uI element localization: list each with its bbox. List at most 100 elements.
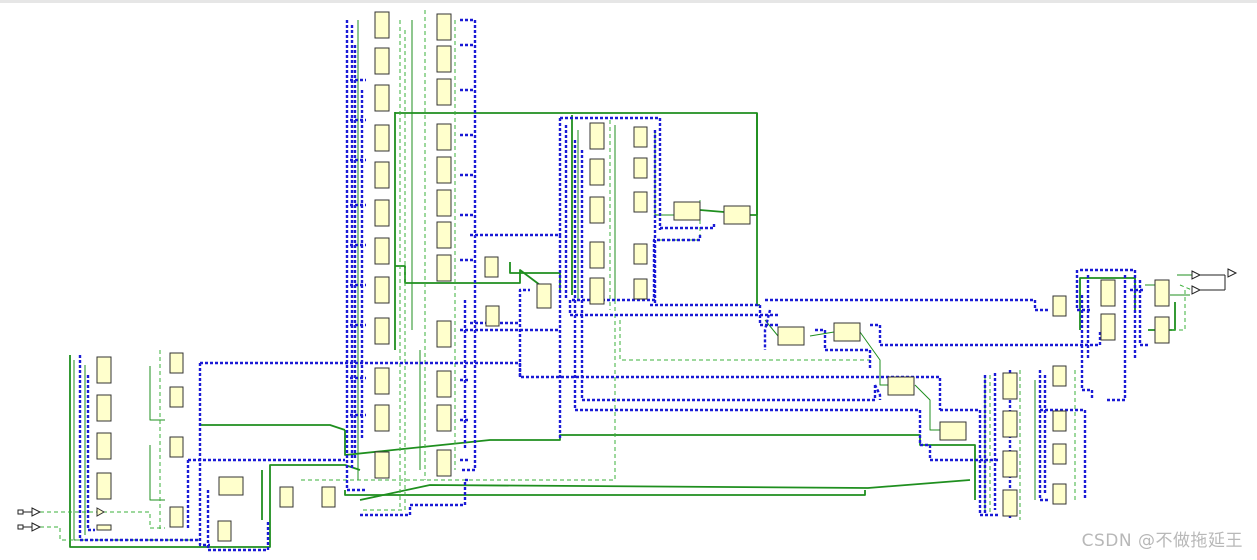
- dashed-wire: [40, 526, 200, 541]
- signal-wire: [149, 366, 165, 421]
- logic-block: [673, 201, 701, 221]
- logic-cell: [321, 486, 336, 508]
- input-buffer: [31, 522, 42, 532]
- signal-wire: [344, 490, 866, 496]
- logic-block: [939, 421, 967, 441]
- signal-wire: [149, 445, 165, 501]
- logic-cell: [436, 78, 452, 106]
- logic-cell: [1100, 313, 1116, 341]
- logic-cell: [1002, 410, 1018, 438]
- logic-cell: [374, 47, 390, 75]
- signal-wire: [359, 479, 971, 501]
- bus-wire: [86, 375, 95, 532]
- output-port: [1227, 268, 1238, 278]
- logic-block: [218, 476, 244, 496]
- logic-cell: [96, 394, 112, 422]
- dashed-signal-wires: [40, 10, 1193, 541]
- logic-cell: [589, 122, 605, 150]
- logic-cell: [374, 161, 390, 189]
- logic-cell: [374, 84, 390, 112]
- logic-cell: [169, 352, 184, 374]
- dashed-wire: [1179, 284, 1193, 291]
- watermark: CSDN @不做拖延王: [1081, 531, 1243, 551]
- logic-cell: [1100, 279, 1116, 307]
- logic-cell: [374, 199, 390, 227]
- logic-cell: [1052, 483, 1067, 505]
- logic-cell: [633, 191, 648, 213]
- schematic-canvas: [17, 10, 1238, 552]
- logic-cell: [484, 256, 499, 278]
- output-buffer: [1191, 270, 1202, 280]
- logic-cell: [374, 11, 390, 39]
- logic-cell: [96, 356, 112, 384]
- signal-wire: [395, 265, 541, 286]
- buffer-cell: [96, 507, 106, 517]
- input-port: [17, 524, 24, 530]
- logic-cell: [436, 189, 452, 217]
- logic-block: [723, 205, 751, 225]
- logic-cell: [633, 278, 648, 300]
- logic-cell: [633, 126, 648, 148]
- logic-cell: [436, 45, 452, 73]
- logic-cell: [633, 157, 648, 179]
- signal-wire: [200, 424, 346, 431]
- logic-cell: [633, 243, 648, 265]
- bus-wire: [870, 323, 1102, 347]
- logic-cell: [374, 451, 390, 479]
- logic-cell: [485, 305, 500, 327]
- logic-cell: [436, 449, 452, 477]
- signal-wire: [809, 331, 835, 337]
- bus-wire: [650, 303, 778, 327]
- logic-cell: [374, 404, 390, 432]
- output-buffer: [1191, 285, 1202, 295]
- logic-block: [777, 326, 805, 346]
- logic-cell: [374, 124, 390, 152]
- logic-cell: [1052, 410, 1067, 432]
- logic-block: [887, 376, 915, 396]
- logic-cell: [589, 241, 605, 269]
- logic-cell: [436, 370, 452, 398]
- logic-cell: [436, 123, 452, 151]
- logic-cell: [217, 520, 232, 542]
- bus-wire: [460, 18, 477, 472]
- bus-wire: [200, 361, 942, 410]
- logic-cell: [279, 486, 294, 508]
- input-port: [17, 509, 24, 515]
- signal-wire: [654, 130, 674, 216]
- signal-wires: [69, 20, 1192, 548]
- logic-cell: [1052, 365, 1067, 387]
- logic-blocks: [96, 11, 1170, 542]
- bus-wire: [920, 443, 1000, 462]
- bus-wire: [580, 150, 877, 402]
- logic-cell: [436, 320, 452, 348]
- dashed-wire: [1170, 290, 1186, 331]
- logic-cell: [96, 432, 112, 460]
- logic-cell: [169, 436, 184, 458]
- logic-cell: [1052, 443, 1067, 465]
- dashed-wire: [619, 320, 870, 361]
- bus-wire: [470, 233, 562, 440]
- logic-cell: [1154, 316, 1170, 344]
- logic-cell: [436, 221, 452, 249]
- logic-cell: [436, 13, 452, 41]
- signal-wire: [914, 384, 940, 431]
- logic-block: [536, 283, 552, 309]
- logic-cell: [1002, 489, 1018, 517]
- logic-cell: [374, 276, 390, 304]
- logic-cell: [374, 237, 390, 265]
- signal-wire: [69, 355, 361, 548]
- input-buffer: [31, 507, 42, 517]
- logic-cell: [436, 404, 452, 432]
- logic-cell: [589, 277, 605, 305]
- logic-cell: [96, 472, 112, 500]
- logic-cell: [1002, 450, 1018, 478]
- bus-wire: [765, 298, 1050, 312]
- logic-cell: [436, 156, 452, 184]
- logic-cell: [589, 196, 605, 224]
- logic-cell: [169, 386, 184, 408]
- logic-cell: [374, 367, 390, 395]
- logic-cell: [1154, 279, 1170, 307]
- bus-wire: [206, 490, 270, 552]
- logic-cell: [1052, 295, 1067, 317]
- logic-cell: [1002, 372, 1018, 400]
